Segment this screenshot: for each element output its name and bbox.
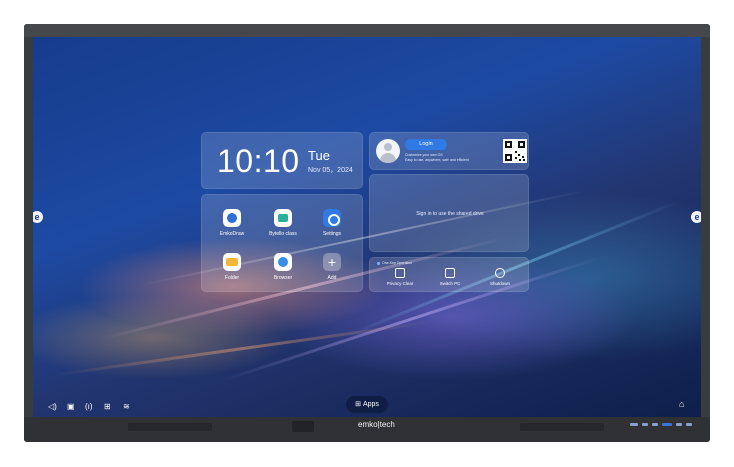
login-subtitle: Customize your own OS Easy to use, anywh…	[405, 153, 469, 162]
clock-time: 10:10	[217, 143, 300, 179]
qr-code-icon[interactable]	[503, 139, 527, 163]
clock-date: Nov 05，2024	[308, 167, 353, 174]
app-label: Bytello class	[269, 231, 297, 237]
one-key-operation-widget: One-Key Operation Privacy Clear Switch P…	[369, 257, 529, 292]
app-label: EmkoDraw	[219, 231, 245, 237]
apps-widget: EmkoDraw Bytello class Settings Folder B…	[201, 194, 363, 292]
volume-icon[interactable]: ◁)	[48, 403, 57, 411]
bottom-bezel: emko|tech	[24, 417, 710, 442]
app-label: Settings	[322, 231, 342, 237]
add-icon: +	[323, 253, 341, 271]
app-label: Add	[327, 275, 337, 281]
speaker-grille	[128, 423, 212, 431]
op-label: Privacy Clear	[386, 281, 414, 286]
usb-icon[interactable]: ▣	[67, 403, 75, 411]
app-emkodraw[interactable]: EmkoDraw	[205, 209, 259, 237]
op-label: Shutdown	[489, 281, 510, 286]
side-menu-button-right[interactable]: e	[691, 211, 701, 223]
one-key-title-text: One-Key Operation	[382, 261, 413, 265]
shutdown-button[interactable]: Shutdown	[480, 268, 520, 286]
app-label: Browser	[273, 275, 293, 281]
one-key-title: One-Key Operation	[377, 261, 412, 265]
top-bezel	[24, 24, 710, 37]
switch-pc-icon	[445, 268, 455, 278]
login-widget: Login Customize your own OS Easy to use,…	[369, 132, 529, 170]
brand-logo: emko|tech	[358, 420, 395, 429]
class-app-icon	[274, 209, 292, 227]
app-label: Folder	[224, 275, 240, 281]
login-button[interactable]: Login	[405, 139, 447, 150]
login-subtitle-line: Easy to use, anywhere, safe and efficien…	[405, 157, 469, 162]
camera-module	[292, 421, 314, 432]
shutdown-icon	[495, 268, 505, 278]
shared-drive-message: Sign in to use the shared drive	[416, 211, 484, 217]
wallpaper-streak	[54, 320, 432, 377]
avatar[interactable]	[376, 139, 400, 163]
screen: e e 10:10 Tue Nov 05，2024 EmkoDraw Bytel…	[33, 37, 701, 417]
settings-icon	[323, 209, 341, 227]
privacy-clear-button[interactable]: Privacy Clear	[380, 268, 420, 286]
switch-pc-button[interactable]: Switch PC	[430, 268, 470, 286]
shared-drive-widget[interactable]: Sign in to use the shared drive	[369, 174, 529, 252]
clock-day: Tue	[308, 148, 330, 163]
app-settings[interactable]: Settings	[305, 209, 359, 237]
app-browser[interactable]: Browser	[256, 253, 310, 281]
app-folder[interactable]: Folder	[205, 253, 259, 281]
app-bytello-class[interactable]: Bytello class	[256, 209, 310, 237]
apps-button-label: Apps	[362, 401, 379, 408]
wifi-icon[interactable]: ≋	[123, 403, 130, 411]
clock-widget[interactable]: 10:10 Tue Nov 05，2024	[201, 132, 363, 189]
apps-button[interactable]: ⊞ Apps	[346, 396, 388, 413]
speaker-grille	[520, 423, 604, 431]
signal-icon[interactable]: (ı)	[85, 403, 93, 411]
op-label: Switch PC	[439, 281, 461, 286]
front-ports	[630, 423, 694, 429]
browser-icon	[274, 253, 292, 271]
display-device: e e 10:10 Tue Nov 05，2024 EmkoDraw Bytel…	[24, 24, 710, 442]
side-menu-button-left[interactable]: e	[33, 211, 43, 223]
network-icon[interactable]: ⊞	[104, 403, 111, 411]
folder-icon	[223, 253, 241, 271]
draw-app-icon	[223, 209, 241, 227]
apps-grid-icon: ⊞	[355, 401, 361, 408]
privacy-clear-icon	[395, 268, 405, 278]
app-add[interactable]: + Add	[305, 253, 359, 281]
home-icon[interactable]: ⌂	[679, 399, 684, 409]
